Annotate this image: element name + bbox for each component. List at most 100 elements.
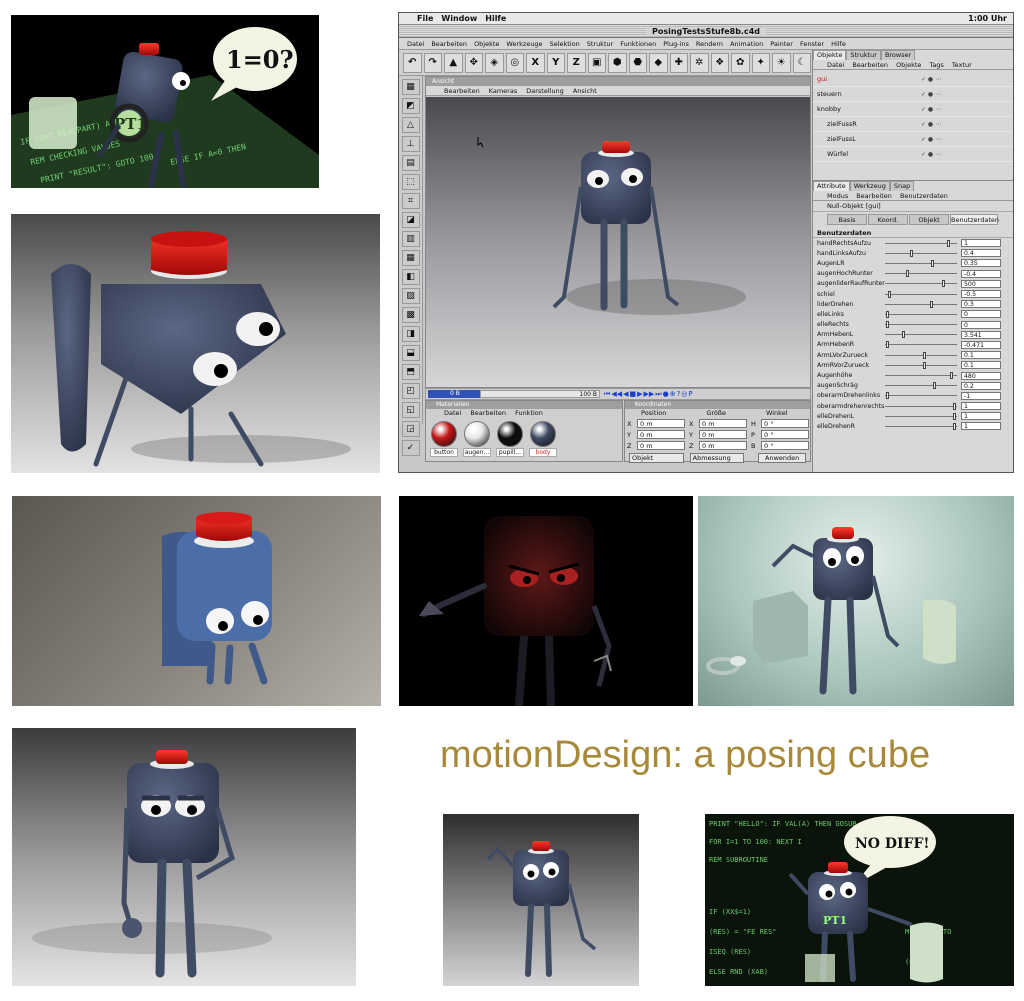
attribute-menu-bearbeiten[interactable]: Bearbeiten [856, 191, 892, 200]
param-value-field[interactable]: 0 [961, 310, 1001, 319]
timeline[interactable]: 0 B 100 B ⏮ ◀◀ ◀ ■ ▶ ▶▶ ⏭ ● ⊕? ◎ P [425, 388, 811, 400]
toolbar-tool-icon[interactable]: ☀ [772, 52, 791, 73]
os-menu-window[interactable]: Window [441, 14, 477, 23]
toolbar-tool-icon[interactable]: ☾ [792, 52, 811, 73]
left-tool-icon[interactable]: ✓ [401, 440, 420, 456]
playback-control-icon[interactable]: ● [663, 390, 669, 399]
param-value-field[interactable]: 0.1 [961, 361, 1001, 370]
param-slider[interactable] [885, 300, 957, 308]
param-slider[interactable] [885, 412, 957, 420]
param-slider-knob[interactable] [902, 331, 906, 339]
tab-objekte[interactable]: Objekte [813, 50, 847, 60]
object-row[interactable]: zielFussR ✓ ● ⋯ [813, 117, 1013, 132]
object-row[interactable]: zielFussL ✓ ● ⋯ [813, 132, 1013, 147]
app-menu-hilfe[interactable]: Hilfe [831, 40, 846, 48]
param-value-field[interactable]: 0 [961, 320, 1001, 329]
left-tool-icon[interactable]: ⌗ [401, 193, 420, 209]
param-slider-knob[interactable] [922, 361, 926, 369]
param-slider[interactable] [885, 361, 957, 369]
viewport-menu-darstellung[interactable]: Darstellung [526, 87, 564, 95]
toolbar-tool-icon[interactable]: ✚ [669, 52, 688, 73]
app-menu-animation[interactable]: Animation [730, 40, 763, 48]
left-tool-icon[interactable]: ◱ [401, 402, 420, 418]
coord-field[interactable]: 0 m [637, 419, 685, 428]
param-slider-knob[interactable] [886, 341, 890, 349]
attribute-menu-modus[interactable]: Modus [827, 191, 848, 200]
playback-control-icon[interactable]: ⊕ [670, 390, 676, 399]
tab-attribute[interactable]: Attribute [813, 181, 850, 191]
coord-mode-select[interactable]: Objekt [629, 453, 684, 463]
toolbar-tool-icon[interactable]: ▣ [587, 52, 606, 73]
param-slider[interactable] [885, 372, 957, 380]
param-value-field[interactable]: 480 [961, 371, 1001, 380]
coord-field[interactable]: 0 m [637, 441, 685, 450]
toolbar-tool-icon[interactable]: ↷ [423, 52, 442, 73]
app-menu-funktionen[interactable]: Funktionen [620, 40, 656, 48]
param-slider[interactable] [885, 239, 957, 247]
param-slider-knob[interactable] [905, 270, 909, 278]
param-value-field[interactable]: 1 [961, 422, 1001, 431]
param-value-field[interactable]: 0.1 [961, 351, 1001, 360]
param-slider-knob[interactable] [886, 321, 890, 329]
param-slider[interactable] [885, 341, 957, 349]
playback-control-icon[interactable]: ? [677, 390, 681, 399]
param-slider-knob[interactable] [952, 422, 956, 430]
toolbar-tool-icon[interactable]: ✿ [731, 52, 750, 73]
attribute-menu-benutzerdaten[interactable]: Benutzerdaten [900, 191, 948, 200]
subtab-basis[interactable]: Basis [827, 214, 867, 225]
viewport-menu-ansicht[interactable]: Ansicht [573, 87, 597, 95]
param-value-field[interactable]: -0.5 [961, 290, 1001, 299]
left-tool-icon[interactable]: ⬒ [401, 364, 420, 380]
toolbar-tool-icon[interactable]: ↶ [403, 52, 422, 73]
objects-menu-bearbeiten[interactable]: Bearbeiten [852, 60, 888, 69]
app-menu-bearbeiten[interactable]: Bearbeiten [431, 40, 467, 48]
objects-menu-textur[interactable]: Textur [952, 60, 972, 69]
playback-control-icon[interactable]: ■ [629, 390, 636, 399]
param-value-field[interactable]: -0.471 [961, 340, 1001, 349]
param-value-field[interactable]: 0.35 [961, 259, 1001, 268]
tab-browser[interactable]: Browser [880, 50, 916, 60]
app-menu-painter[interactable]: Painter [770, 40, 793, 48]
app-menu-datei[interactable]: Datei [407, 40, 424, 48]
app-menu-selektion[interactable]: Selektion [550, 40, 580, 48]
tab-werkzeug[interactable]: Werkzeug [849, 181, 890, 191]
param-slider-knob[interactable] [930, 259, 934, 267]
param-slider[interactable] [885, 392, 957, 400]
playback-control-icon[interactable]: ▶ [637, 390, 642, 399]
playback-control-icon[interactable]: ⏭ [655, 390, 661, 399]
app-menu-objekte[interactable]: Objekte [474, 40, 499, 48]
material-swatch[interactable]: body [529, 421, 557, 457]
param-value-field[interactable]: 1 [961, 412, 1001, 421]
toolbar-tool-icon[interactable]: ◈ [485, 52, 504, 73]
left-tool-icon[interactable]: ▤ [401, 155, 420, 171]
param-slider-knob[interactable] [929, 300, 933, 308]
param-slider-knob[interactable] [952, 412, 956, 420]
object-row[interactable]: knobby ✓ ● ⋯ [813, 102, 1013, 117]
app-menu-struktur[interactable]: Struktur [587, 40, 614, 48]
left-tool-icon[interactable]: ◩ [401, 98, 420, 114]
param-slider-knob[interactable] [941, 280, 945, 288]
left-tool-icon[interactable]: ▦ [401, 250, 420, 266]
param-slider-knob[interactable] [947, 239, 951, 247]
param-slider[interactable] [885, 331, 957, 339]
param-slider-knob[interactable] [922, 351, 926, 359]
left-tool-icon[interactable]: ▩ [401, 307, 420, 323]
param-value-field[interactable]: -1 [961, 391, 1001, 400]
left-tool-icon[interactable]: ⬚ [401, 174, 420, 190]
param-slider[interactable] [885, 382, 957, 390]
param-slider-knob[interactable] [909, 249, 913, 257]
param-slider-knob[interactable] [933, 382, 937, 390]
playback-control-icon[interactable]: P [688, 390, 692, 399]
param-slider-knob[interactable] [887, 290, 891, 298]
param-value-field[interactable]: 500 [961, 279, 1001, 288]
param-value-field[interactable]: 0.2 [961, 381, 1001, 390]
param-value-field[interactable]: 0.3 [961, 300, 1001, 309]
left-tool-icon[interactable]: ⬓ [401, 345, 420, 361]
apply-button[interactable]: Anwenden [758, 453, 806, 463]
coord-field[interactable]: 0 ° [761, 419, 809, 428]
param-value-field[interactable]: 1 [961, 402, 1001, 411]
materials-menu-datei[interactable]: Datei [444, 409, 461, 418]
viewport-menu-bearbeiten[interactable]: Bearbeiten [444, 87, 480, 95]
app-menu-plug-ins[interactable]: Plug-ins [663, 40, 689, 48]
app-menu-werkzeuge[interactable]: Werkzeuge [506, 40, 542, 48]
